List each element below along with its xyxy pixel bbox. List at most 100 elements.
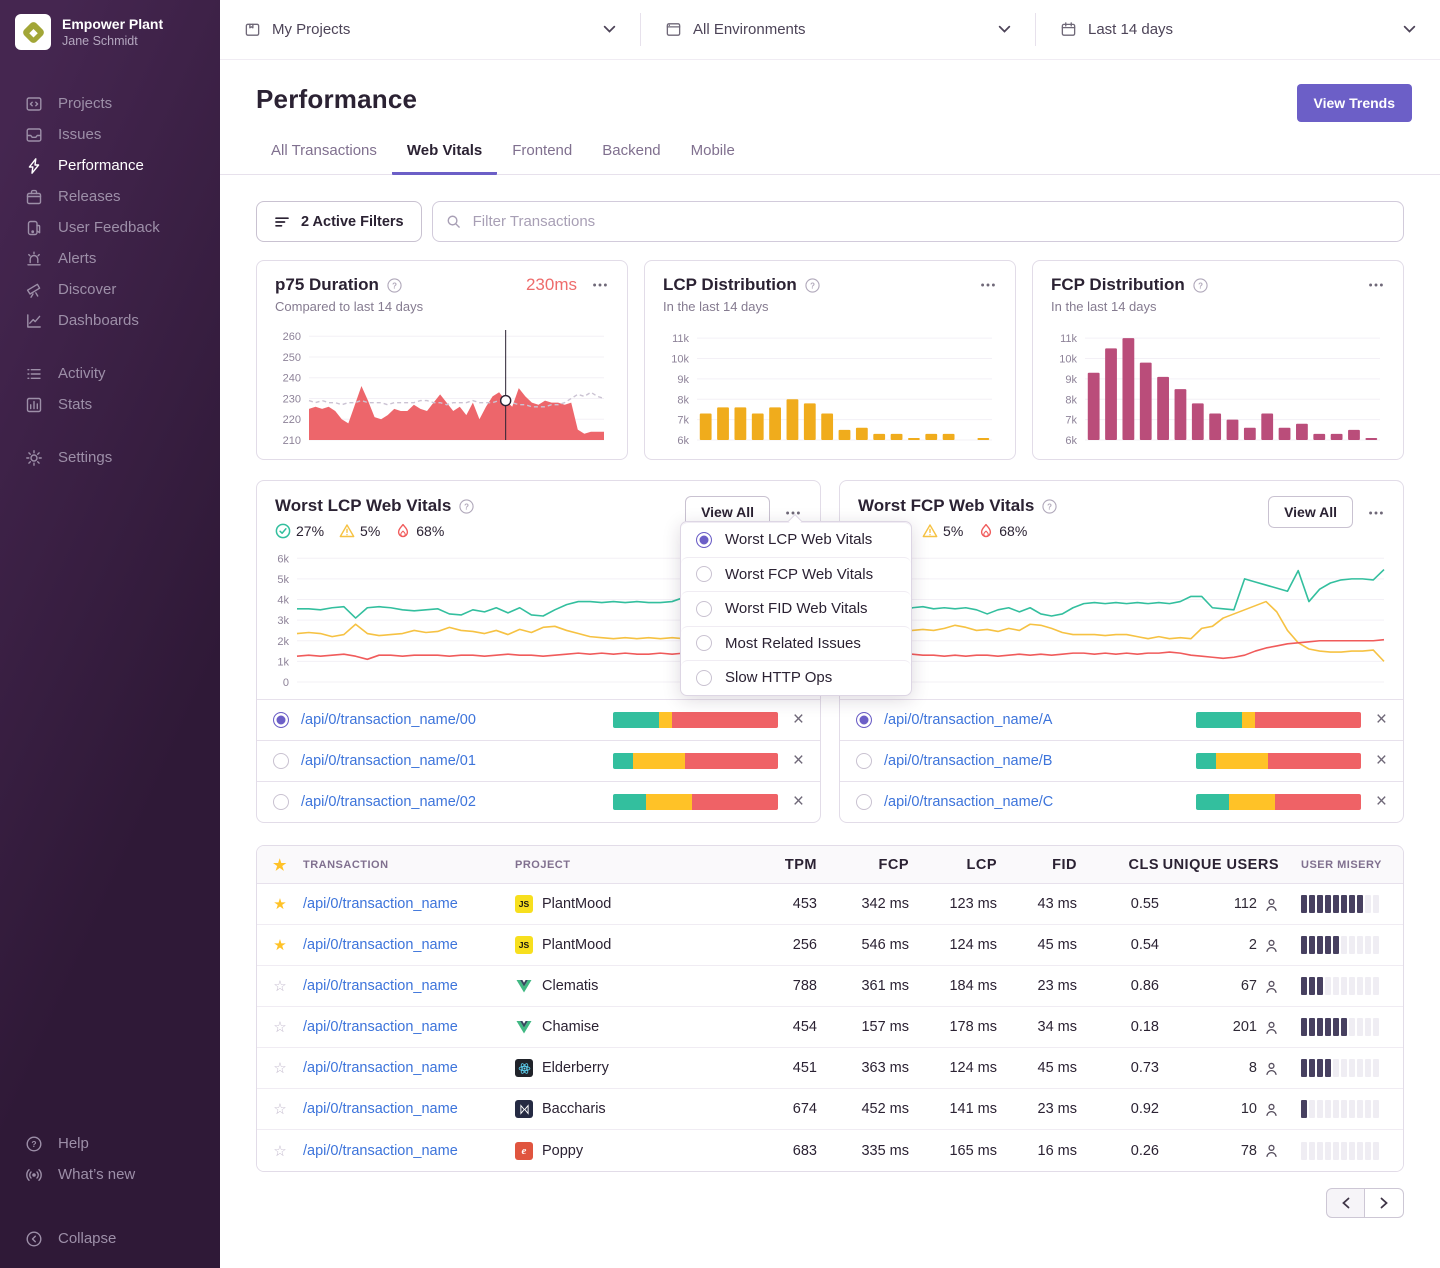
sidebar-item-dashboards[interactable]: Dashboards	[0, 305, 220, 336]
close-icon[interactable]: ×	[793, 753, 804, 769]
unique-users-cell: 10	[1161, 1101, 1287, 1117]
fcp-distribution-card: FCP Distribution ? In the last 14 days 6…	[1032, 260, 1404, 460]
lcp-value: 123 ms	[911, 896, 999, 912]
context-menu-icon[interactable]	[979, 276, 997, 294]
radio-button[interactable]	[856, 794, 872, 810]
close-icon[interactable]: ×	[1376, 753, 1387, 769]
menu-item-worst-lcp-web-vitals[interactable]: Worst LCP Web Vitals	[681, 522, 911, 557]
settings-icon	[25, 449, 43, 467]
question-icon[interactable]: ?	[1193, 278, 1208, 293]
transaction-link[interactable]: /api/0/transaction_name	[303, 1060, 515, 1076]
tab-mobile[interactable]: Mobile	[676, 136, 750, 175]
active-filters-button[interactable]: 2 Active Filters	[256, 201, 422, 242]
context-menu-icon[interactable]	[1367, 276, 1385, 294]
radio-button	[696, 532, 712, 548]
transaction-link[interactable]: /api/0/transaction_name/02	[301, 794, 476, 810]
project-cell[interactable]: JSPlantMood	[515, 936, 747, 954]
context-menu-icon[interactable]	[591, 276, 609, 294]
tab-frontend[interactable]: Frontend	[497, 136, 587, 175]
date-range-selector[interactable]: Last 14 days	[1036, 0, 1440, 59]
previous-page-button[interactable]	[1326, 1188, 1365, 1218]
transaction-link[interactable]: /api/0/transaction_name	[303, 1101, 515, 1117]
search-input[interactable]	[432, 201, 1404, 242]
sidebar-item-user-feedback[interactable]: User Feedback	[0, 212, 220, 243]
sidebar-item-collapse[interactable]: Collapse	[0, 1223, 220, 1254]
transaction-link[interactable]: /api/0/transaction_name	[303, 1143, 515, 1159]
menu-item-worst-fcp-web-vitals[interactable]: Worst FCP Web Vitals	[681, 557, 911, 592]
tpm-value: 256	[747, 937, 819, 953]
project-cell[interactable]: ePoppy	[515, 1142, 747, 1160]
view-trends-button[interactable]: View Trends	[1297, 84, 1412, 122]
transaction-link[interactable]: /api/0/transaction_name	[303, 896, 515, 912]
transaction-link[interactable]: /api/0/transaction_name/B	[884, 753, 1052, 769]
sidebar-item-help[interactable]: ?Help	[0, 1128, 220, 1159]
svg-text:6k: 6k	[677, 435, 689, 447]
org-switcher[interactable]: Empower Plant Jane Schmidt	[0, 0, 220, 64]
svg-text:0: 0	[283, 677, 289, 689]
transaction-link[interactable]: /api/0/transaction_name	[303, 1019, 515, 1035]
project-cell[interactable]: Elderberry	[515, 1059, 747, 1077]
menu-item-most-related-issues[interactable]: Most Related Issues	[681, 626, 911, 661]
transaction-link[interactable]: /api/0/transaction_name/A	[884, 712, 1052, 728]
project-cell[interactable]: Baccharis	[515, 1100, 747, 1118]
star-toggle[interactable]: ★	[257, 936, 303, 954]
transaction-link[interactable]: /api/0/transaction_name/00	[301, 712, 476, 728]
sidebar-item-stats[interactable]: Stats	[0, 389, 220, 420]
context-menu-icon[interactable]	[1367, 504, 1385, 522]
content: 2 Active Filters p75 Duration ? 230ms Co…	[220, 175, 1440, 1268]
tab-web-vitals[interactable]: Web Vitals	[392, 136, 497, 175]
sidebar-item-performance[interactable]: Performance	[0, 150, 220, 181]
star-toggle[interactable]: ☆	[257, 1100, 303, 1118]
radio-button[interactable]	[273, 794, 289, 810]
sidebar-item-releases[interactable]: Releases	[0, 181, 220, 212]
project-cell[interactable]: JSPlantMood	[515, 895, 747, 913]
star-toggle[interactable]: ☆	[257, 977, 303, 995]
table-row: ☆/api/0/transaction_nameClematis788361 m…	[257, 966, 1403, 1007]
transaction-link[interactable]: /api/0/transaction_name/C	[884, 794, 1053, 810]
sidebar-item-settings[interactable]: Settings	[0, 442, 220, 473]
star-column-icon[interactable]: ★	[257, 856, 303, 874]
next-page-button[interactable]	[1365, 1188, 1404, 1218]
fire-icon	[395, 523, 411, 539]
tab-backend[interactable]: Backend	[587, 136, 675, 175]
project-cell[interactable]: Clematis	[515, 977, 747, 995]
close-icon[interactable]: ×	[1376, 794, 1387, 810]
vitals-distribution-bar	[613, 794, 778, 810]
question-icon[interactable]: ?	[805, 278, 820, 293]
close-icon[interactable]: ×	[1376, 712, 1387, 728]
sidebar-item-issues[interactable]: Issues	[0, 119, 220, 150]
sidebar-item-projects[interactable]: Projects	[0, 88, 220, 119]
sidebar-item-discover[interactable]: Discover	[0, 274, 220, 305]
question-icon[interactable]: ?	[387, 278, 402, 293]
menu-item-worst-fid-web-vitals[interactable]: Worst FID Web Vitals	[681, 591, 911, 626]
star-toggle[interactable]: ☆	[257, 1018, 303, 1036]
sidebar-item-what-s-new[interactable]: What’s new	[0, 1159, 220, 1190]
sidebar-item-alerts[interactable]: Alerts	[0, 243, 220, 274]
menu-item-label: Worst LCP Web Vitals	[725, 531, 872, 548]
vitals-stat-good: 27%	[275, 523, 324, 539]
project-selector[interactable]: My Projects	[220, 0, 640, 59]
radio-button[interactable]	[273, 712, 289, 728]
whats-new-icon	[25, 1166, 43, 1184]
menu-item-slow-http-ops[interactable]: Slow HTTP Ops	[681, 660, 911, 695]
star-toggle[interactable]: ☆	[257, 1059, 303, 1077]
transaction-link[interactable]: /api/0/transaction_name/01	[301, 753, 476, 769]
close-icon[interactable]: ×	[793, 794, 804, 810]
radio-button[interactable]	[856, 753, 872, 769]
tab-all-transactions[interactable]: All Transactions	[256, 136, 392, 175]
question-icon[interactable]: ?	[459, 499, 474, 514]
radio-button[interactable]	[856, 712, 872, 728]
star-toggle[interactable]: ☆	[257, 1142, 303, 1160]
card-subtitle: In the last 14 days	[1051, 299, 1385, 314]
transaction-link[interactable]: /api/0/transaction_name	[303, 937, 515, 953]
environment-selector[interactable]: All Environments	[641, 0, 1035, 59]
transaction-link[interactable]: /api/0/transaction_name	[303, 978, 515, 994]
radio-button[interactable]	[273, 753, 289, 769]
view-all-button[interactable]: View All	[1268, 496, 1353, 528]
lcp-value: 124 ms	[911, 1060, 999, 1076]
sidebar-item-activity[interactable]: Activity	[0, 358, 220, 389]
close-icon[interactable]: ×	[793, 712, 804, 728]
project-cell[interactable]: Chamise	[515, 1018, 747, 1036]
star-toggle[interactable]: ★	[257, 895, 303, 913]
question-icon[interactable]: ?	[1042, 499, 1057, 514]
